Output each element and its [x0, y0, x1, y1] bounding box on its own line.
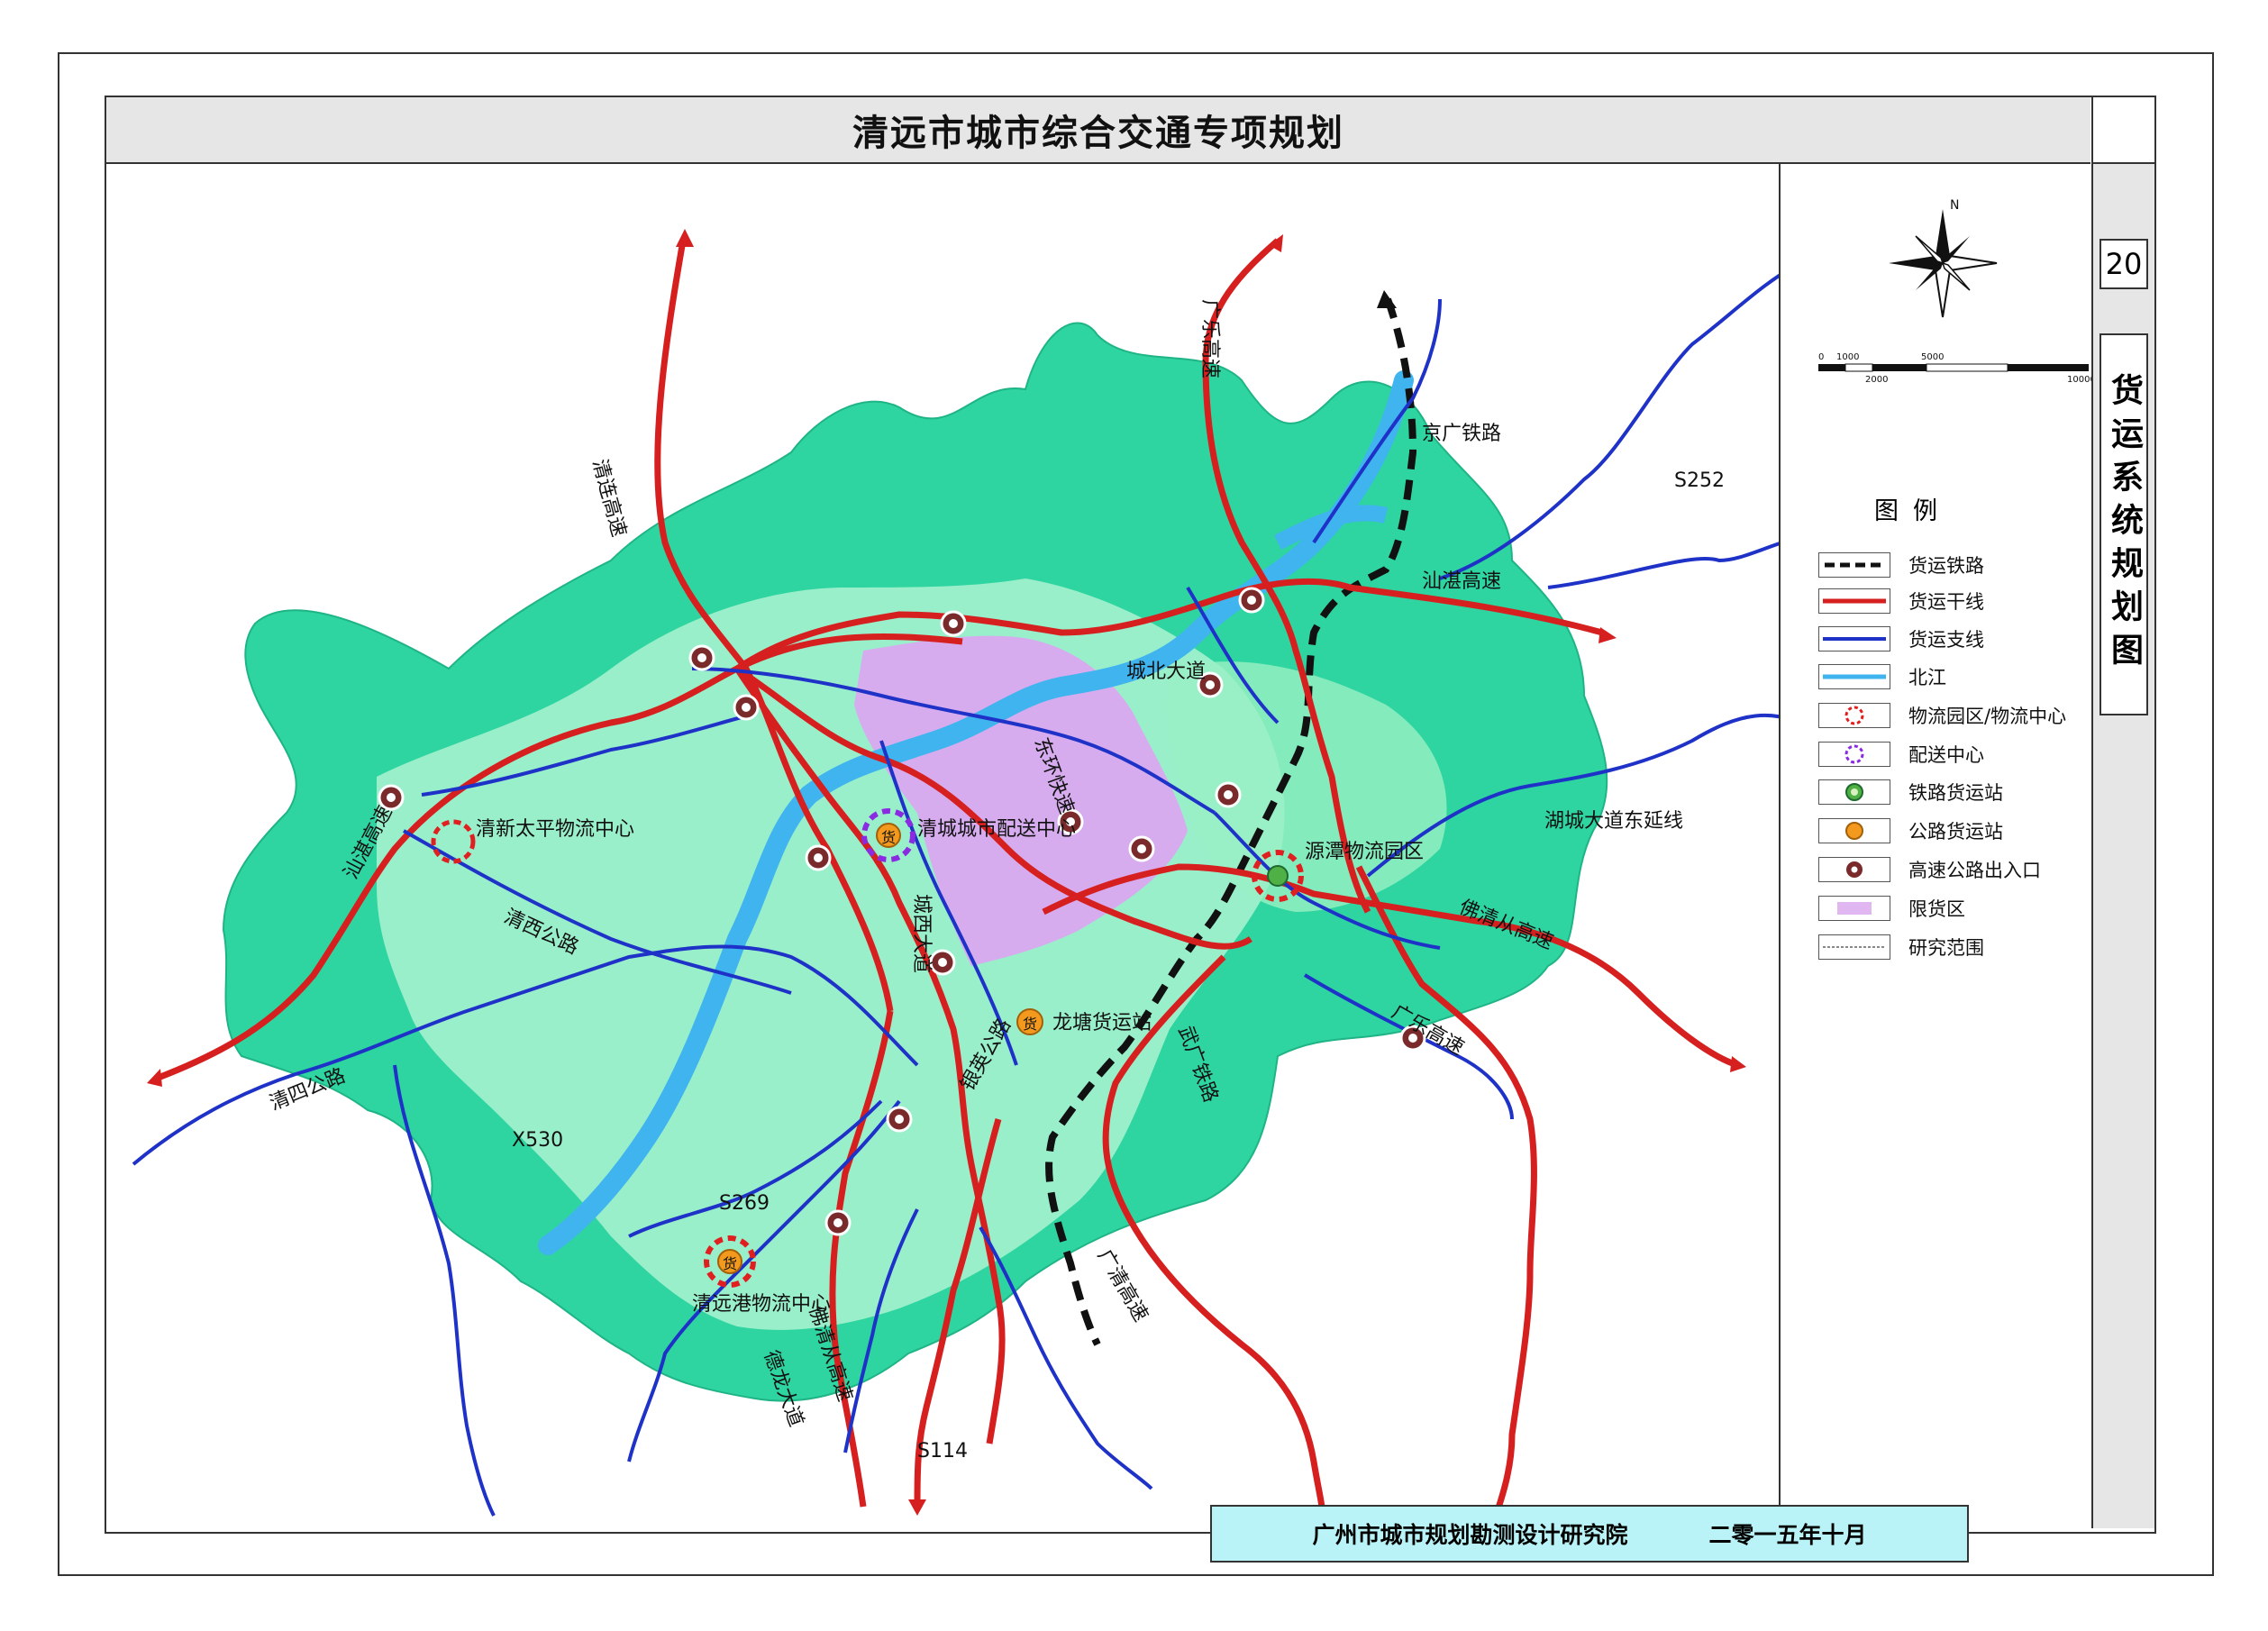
map-area[interactable]: 货 货 货 清新太平物流中心 清城城市配送中心 源潭物流园区 龙塘货运站 清远港… — [106, 164, 1820, 1532]
legend-item-logistics-park: 物流园区/物流中心 — [1818, 702, 2066, 729]
legend-item-interchange: 高速公路出入口 — [1818, 856, 2041, 883]
scale-tick: 5000 — [1921, 352, 1944, 362]
legend-label: 北江 — [1908, 667, 1946, 688]
freight-branch-line-icon — [1818, 626, 1890, 651]
expressway-interchange-icon — [929, 949, 956, 976]
river-line-icon — [1818, 664, 1890, 689]
logistics-park-icon — [1818, 703, 1890, 728]
expressway-interchange-icon — [940, 610, 967, 637]
label-longtang: 龙塘货运站 — [1052, 1012, 1152, 1034]
legend-item-freight-railway: 货运铁路 — [1818, 551, 1984, 579]
legend-item-trunk: 货运干线 — [1818, 588, 1984, 615]
legend-label: 高速公路出入口 — [1908, 860, 2041, 881]
title-bar: 清远市城市综合交通专项规划 — [106, 97, 2090, 164]
study-boundary-line-icon — [1818, 934, 1890, 960]
map-canvas[interactable]: 货 货 货 清新太平物流中心 清城城市配送中心 源潭物流园区 龙塘货运站 清远港… — [106, 164, 1820, 1532]
expressway-interchange-icon — [805, 844, 832, 871]
trunk-arrow — [676, 229, 694, 247]
label-shanzhan-east: 汕湛高速 — [1422, 570, 1501, 593]
legend-label: 货运干线 — [1908, 591, 1984, 613]
compass-north-label: N — [1950, 198, 1959, 213]
railway-arrow — [1377, 290, 1397, 308]
legend-item-branch: 货运支线 — [1818, 625, 1984, 652]
legend-item-restricted: 限货区 — [1818, 895, 1965, 922]
trunk-arrow — [908, 1499, 926, 1516]
label-chengxi: 城西大道 — [910, 894, 933, 973]
legend-label: 货运铁路 — [1908, 555, 1984, 577]
scale-tick: 2000 — [1865, 375, 1888, 385]
label-s114: S114 — [917, 1440, 968, 1462]
sidebar-column — [2091, 97, 2154, 1528]
expressway-interchange-icon — [1818, 857, 1890, 882]
legend-item-study-boundary: 研究范围 — [1818, 934, 1984, 961]
legend-label: 公路货运站 — [1908, 821, 2003, 843]
legend-top-graphics: N 0 1000 2000 5000 10000m — [1818, 198, 2091, 385]
railway-freight-station-icon — [1818, 779, 1890, 805]
legend-item-railway-station: 铁路货运站 — [1818, 779, 2003, 806]
label-s269: S269 — [719, 1192, 770, 1215]
badge-text: 货 — [723, 1255, 737, 1272]
trunk-arrow — [1599, 627, 1617, 643]
road-freight-station-icon — [1818, 818, 1890, 843]
legend-item-river: 北江 — [1818, 663, 1946, 690]
label-jingguang: 京广铁路 — [1422, 423, 1501, 445]
trunk-arrow — [1730, 1056, 1746, 1072]
expressway-interchange-icon — [1238, 587, 1265, 614]
badge-text: 货 — [881, 829, 896, 846]
label-guangqing: 广清高速 — [1093, 1246, 1152, 1326]
badge-text: 货 — [1023, 1016, 1037, 1033]
legend-label: 配送中心 — [1908, 744, 1984, 766]
scale-tick: 1000 — [1836, 352, 1859, 362]
expressway-interchange-icon — [733, 694, 760, 721]
map-title: 货运系统规划图 — [2099, 333, 2148, 715]
expressway-interchange-icon — [824, 1209, 852, 1236]
label-guangle-north: 广乐高速 — [1198, 299, 1221, 378]
footer-institute: 广州市城市规划勘测设计研究院 — [1312, 1522, 1628, 1548]
s252-cont — [1547, 541, 1783, 589]
railway-freight-station-icon — [1267, 865, 1289, 887]
footer-date: 二零一五年十月 — [1708, 1522, 1867, 1548]
legend-item-road-station: 公路货运站 — [1818, 817, 2003, 844]
sidebar-top-cell — [2091, 97, 2154, 164]
map-number: 20 — [2099, 239, 2148, 289]
legend-label: 限货区 — [1908, 898, 1965, 920]
scale-bar: 0 1000 2000 5000 10000m — [1818, 352, 2091, 385]
legend-label: 货运支线 — [1908, 629, 1984, 651]
legend-label: 铁路货运站 — [1908, 782, 2003, 804]
label-s252: S252 — [1674, 469, 1725, 492]
label-qingxin-taiping: 清新太平物流中心 — [476, 818, 634, 841]
expressway-interchange-icon — [1215, 781, 1242, 808]
scale-tick: 0 — [1818, 352, 1824, 362]
label-yuantan: 源潭物流园区 — [1305, 841, 1424, 863]
expressway-interchange-icon — [688, 644, 715, 671]
road-freight-station-icon: 货 — [1016, 1008, 1043, 1035]
label-qingcheng-dist: 清城城市配送中心 — [917, 818, 1076, 841]
freight-trunk-line-icon — [1818, 588, 1890, 614]
expressway-interchange-icon — [1128, 835, 1155, 862]
label-qinglian: 清连高速 — [587, 457, 630, 539]
compass-icon: N — [1889, 198, 1998, 318]
expressway-interchange-icon — [886, 1106, 913, 1133]
footer-bar: 广州市城市规划勘测设计研究院 二零一五年十月 — [1210, 1505, 1969, 1563]
freight-railway-line-icon — [1818, 552, 1890, 578]
legend-label: 研究范围 — [1908, 937, 1984, 959]
legend-title: 图例 — [1874, 497, 1952, 525]
label-hucheng: 湖城大道东延线 — [1544, 810, 1683, 833]
legend-panel: N 0 1000 2000 5000 10000m — [1781, 164, 2091, 1528]
legend-label: 物流园区/物流中心 — [1908, 706, 2067, 727]
distribution-center-icon — [1818, 742, 1890, 767]
label-chengbei: 城北大道 — [1126, 661, 1206, 683]
scale-tick: 10000m — [2067, 375, 2091, 385]
page-title: 清远市城市综合交通专项规划 — [852, 113, 1344, 154]
label-x530: X530 — [512, 1129, 563, 1152]
trunk-arrow — [147, 1069, 162, 1087]
restricted-zone-swatch-icon — [1818, 896, 1890, 921]
legend-item-distribution: 配送中心 — [1818, 741, 1984, 768]
